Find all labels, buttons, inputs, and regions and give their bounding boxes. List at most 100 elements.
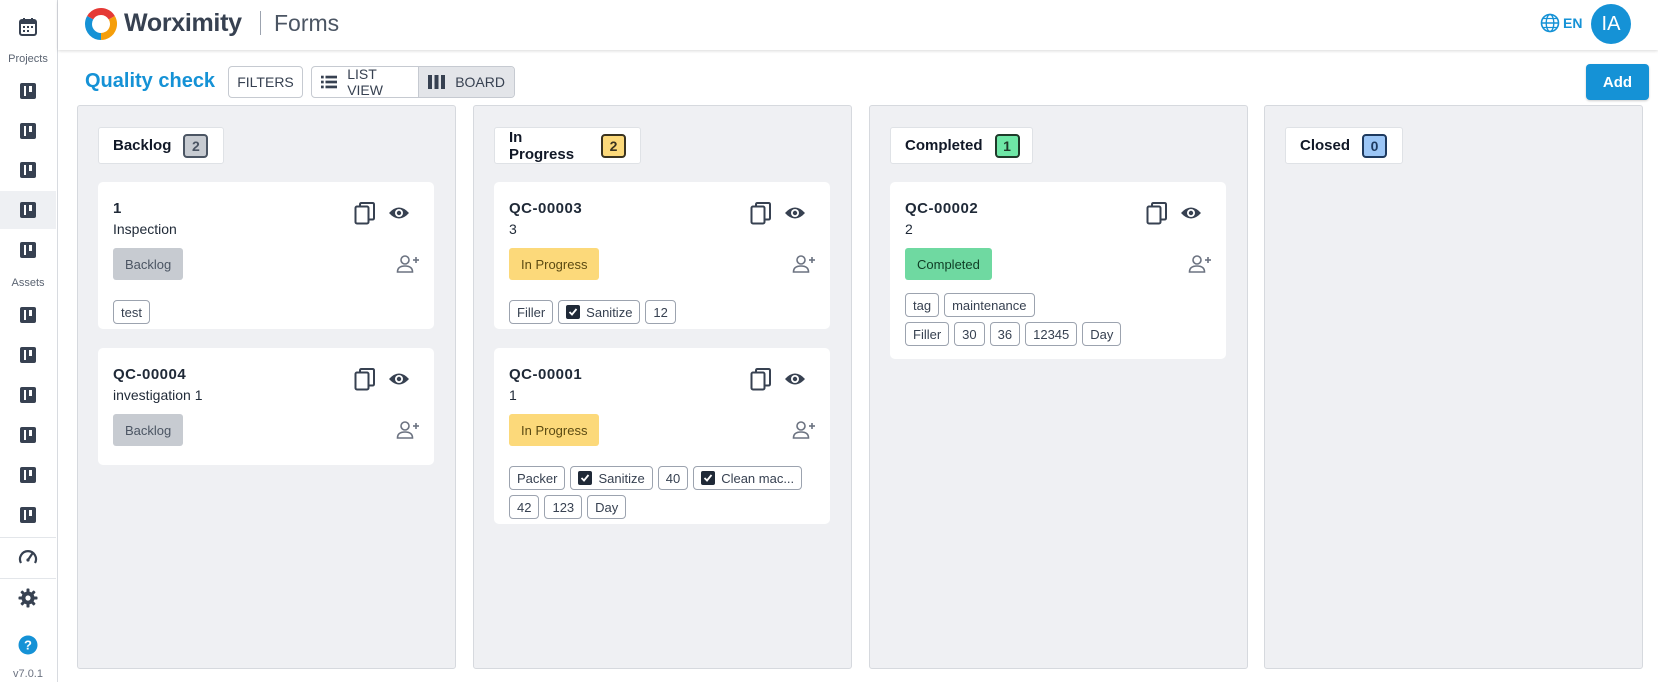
tag-label: Packer	[517, 470, 558, 486]
sidebar-project-5[interactable]	[0, 231, 56, 269]
tag-label: Day	[595, 499, 619, 515]
board-column-in-progress: In Progress 2 QC-00003 3 In Progress Filler Sa…	[473, 105, 852, 669]
tag-label: 12	[653, 304, 668, 320]
assign-user-icon[interactable]	[792, 254, 816, 279]
board-view-button[interactable]: BOARD	[418, 67, 514, 97]
form-card[interactable]: QC-00001 1 In Progress Packer Sanitize 40 Clea…	[494, 348, 830, 524]
user-avatar[interactable]: IA	[1591, 4, 1631, 44]
sidebar-asset-5[interactable]	[0, 456, 56, 494]
tag-label: Sanitize	[586, 304, 633, 320]
tag-chip: Day	[587, 495, 627, 519]
board-icon	[20, 347, 36, 363]
form-card[interactable]: QC-00004 investigation 1 Backlog	[98, 348, 434, 465]
card-description: 3	[509, 221, 517, 237]
card-tags: Packer Sanitize 40 Clean mac... 42 123 Day	[509, 466, 819, 519]
sidebar-project-2[interactable]	[0, 112, 56, 150]
column-title: Completed	[905, 137, 983, 154]
assign-user-icon[interactable]	[792, 420, 816, 445]
tag-chip: 30	[954, 322, 985, 346]
worximity-logo-icon[interactable]	[84, 7, 118, 41]
sidebar-asset-6[interactable]	[0, 496, 56, 534]
globe-icon	[1540, 13, 1560, 33]
tag-chip: tag	[905, 293, 940, 317]
tag-chip: 40	[657, 466, 689, 490]
top-header: Worximity Forms EN IA	[58, 0, 1658, 50]
status-badge: In Progress	[509, 414, 600, 446]
checkbox-checked-icon	[578, 471, 593, 485]
sidebar-project-4[interactable]	[0, 191, 56, 229]
sidebar-asset-2[interactable]	[0, 336, 56, 374]
tag-row: Packer Sanitize 40 Clean mac...	[509, 466, 819, 490]
copy-icon[interactable]	[750, 368, 772, 397]
copy-icon[interactable]	[354, 202, 376, 231]
tag-chip: Filler	[905, 322, 950, 346]
copy-icon[interactable]	[1146, 202, 1168, 231]
card-description: investigation 1	[113, 387, 203, 403]
column-header: Completed 1	[890, 127, 1033, 164]
view-eye-icon[interactable]	[388, 371, 410, 392]
tag-row: Filler 30 36 12345 Day	[905, 322, 1215, 346]
dashboard-gauge-icon[interactable]	[0, 538, 56, 576]
column-count-badge: 2	[183, 133, 209, 158]
tag-chip: Filler	[509, 300, 554, 324]
assign-user-icon[interactable]	[396, 420, 420, 445]
help-icon[interactable]: ?	[0, 626, 56, 664]
tag-label: 12345	[1033, 326, 1070, 342]
copy-icon[interactable]	[354, 368, 376, 397]
language-switcher[interactable]: EN	[1540, 13, 1582, 33]
column-title: Backlog	[113, 137, 172, 154]
tag-row: Filler Sanitize 12	[509, 300, 819, 324]
tag-chip: Packer	[509, 466, 566, 490]
tag-chip: Sanitize	[558, 300, 641, 324]
board-icon	[20, 202, 36, 218]
tag-row: tag maintenance	[905, 293, 1215, 317]
tag-label: Filler	[517, 304, 546, 320]
tag-chip: test	[113, 300, 150, 324]
sidebar: Projects Assets ? v7.0.1	[0, 0, 58, 682]
board-view-label: BOARD	[455, 74, 505, 90]
form-card[interactable]: QC-00003 3 In Progress Filler Sanitize 12	[494, 182, 830, 329]
board-column-completed: Completed 1 QC-00002 2 Completed tag maintenan…	[869, 105, 1248, 669]
form-card[interactable]: 1 Inspection Backlog test	[98, 182, 434, 329]
board-icon	[20, 162, 36, 178]
card-tags: tag maintenance Filler 30 36 12345 Day	[905, 293, 1215, 346]
version-label: v7.0.1	[13, 668, 43, 680]
settings-gear-icon[interactable]	[0, 579, 56, 617]
calendar-icon[interactable]	[0, 8, 56, 46]
assign-user-icon[interactable]	[1188, 254, 1212, 279]
tag-row: test	[113, 300, 423, 324]
sidebar-asset-1[interactable]	[0, 296, 56, 334]
form-card[interactable]: QC-00002 2 Completed tag maintenance Filler 30…	[890, 182, 1226, 359]
copy-icon[interactable]	[750, 202, 772, 231]
sidebar-asset-4[interactable]	[0, 416, 56, 454]
tag-row: 42 123 Day	[509, 495, 819, 519]
board-icon	[20, 242, 36, 258]
checkbox-checked-icon	[701, 471, 716, 485]
board-icon	[20, 507, 36, 523]
filters-button[interactable]: FILTERS	[228, 66, 303, 98]
sidebar-project-3[interactable]	[0, 151, 56, 189]
card-id: QC-00002	[905, 200, 979, 217]
page-title: Quality check	[85, 70, 216, 92]
tag-chip: 123	[544, 495, 583, 519]
tag-label: Sanitize	[598, 470, 645, 486]
column-header: Backlog 2	[98, 127, 224, 164]
view-eye-icon[interactable]	[1180, 205, 1202, 226]
tag-chip: Sanitize	[570, 466, 653, 490]
app-name: Forms	[274, 10, 340, 36]
view-eye-icon[interactable]	[388, 205, 410, 226]
column-count-badge: 1	[994, 133, 1020, 158]
board-icon	[20, 123, 36, 139]
list-view-button[interactable]: LIST VIEW	[312, 67, 418, 97]
sidebar-asset-3[interactable]	[0, 376, 56, 414]
sidebar-project-1[interactable]	[0, 72, 56, 110]
tag-label: Filler	[913, 326, 942, 342]
card-id: 1	[113, 200, 122, 217]
card-tags: test	[113, 300, 423, 324]
assign-user-icon[interactable]	[396, 254, 420, 279]
view-eye-icon[interactable]	[784, 371, 806, 392]
add-button[interactable]: Add	[1586, 64, 1649, 100]
view-eye-icon[interactable]	[784, 205, 806, 226]
tag-chip: 42	[509, 495, 540, 519]
tag-label: 30	[962, 326, 977, 342]
